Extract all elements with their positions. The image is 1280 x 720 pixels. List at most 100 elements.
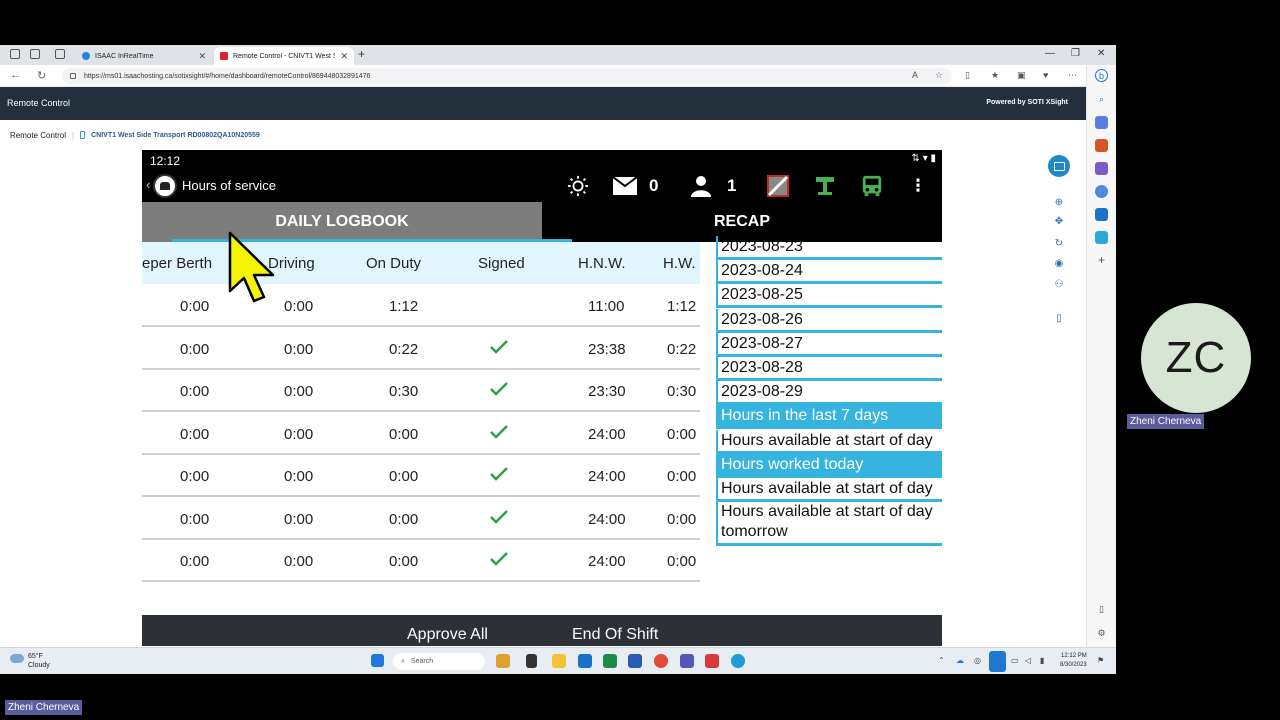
extensions-icon[interactable]: ♥ bbox=[1043, 70, 1048, 80]
settings-gear-icon[interactable]: ⚙ bbox=[1095, 627, 1108, 640]
zoom-in-icon[interactable]: ⊕ bbox=[1052, 196, 1066, 210]
recap-list-item[interactable]: Hours available at start of day tomorrow bbox=[716, 502, 942, 547]
task-view-icon[interactable] bbox=[526, 654, 537, 668]
display-icon[interactable]: ▭ bbox=[1011, 656, 1019, 665]
weather-widget[interactable]: 65°F Cloudy bbox=[10, 652, 50, 670]
refresh-icon[interactable]: ↻ bbox=[37, 69, 46, 82]
recap-list-item[interactable]: Hours available at start of day bbox=[716, 429, 942, 454]
recap-list[interactable]: 2023-08-23 2023-08-24 2023-08-25 2023-08-26… bbox=[716, 236, 942, 615]
shopping-icon[interactable] bbox=[1095, 139, 1108, 152]
brightness-icon[interactable] bbox=[566, 175, 590, 197]
collections-icon[interactable]: ▣ bbox=[1017, 70, 1026, 81]
bus-icon[interactable] bbox=[860, 175, 884, 197]
close-tab-icon[interactable]: ✕ bbox=[198, 51, 206, 62]
favorites-icon[interactable]: ★ bbox=[991, 70, 999, 81]
overflow-menu-icon[interactable]: ⋮ bbox=[910, 175, 927, 197]
excel-icon[interactable] bbox=[603, 654, 617, 668]
new-tab-icon[interactable]: + bbox=[358, 47, 365, 61]
table-row[interactable]: 0:00 0:00 0:30 23:30 0:30 bbox=[142, 369, 700, 412]
no-duty-icon[interactable] bbox=[767, 175, 789, 197]
send-icon[interactable] bbox=[1095, 231, 1108, 244]
close-tab-icon[interactable]: ✕ bbox=[340, 51, 348, 62]
back-icon[interactable]: ← bbox=[10, 69, 21, 81]
chrome-icon[interactable] bbox=[654, 654, 668, 668]
recap-section-header[interactable]: Hours worked today bbox=[716, 453, 942, 478]
logbook-table[interactable]: eper Berth Driving On Duty Signed H.N.W.… bbox=[142, 242, 700, 615]
tab-daily-logbook[interactable]: DAILY LOGBOOK bbox=[142, 202, 542, 242]
device-screen[interactable]: 12:12 ⇅ ▾ ▮ ‹ Hours of service 0 1 ⋮ DAI… bbox=[142, 150, 942, 646]
close-window-icon[interactable]: ✕ bbox=[1097, 48, 1105, 59]
recap-list-item[interactable]: 2023-08-23 bbox=[716, 236, 942, 260]
outlook-icon[interactable] bbox=[1095, 208, 1108, 221]
move-icon[interactable]: ✥ bbox=[1052, 215, 1066, 229]
file-explorer-icon[interactable] bbox=[552, 654, 566, 668]
favorite-star-icon[interactable]: ☆ bbox=[935, 70, 943, 81]
tab-remote-control[interactable]: Remote Control - CNIVT1 West S ✕ bbox=[214, 47, 354, 65]
onedrive-icon[interactable]: ☁ bbox=[956, 656, 964, 665]
recap-list-item[interactable]: Hours available at start of day bbox=[716, 478, 942, 502]
recap-list-item[interactable]: 2023-08-25 bbox=[716, 284, 942, 309]
tab-actions-icon[interactable] bbox=[55, 49, 65, 59]
outlook-taskbar-icon[interactable] bbox=[578, 654, 592, 668]
user-control-icon[interactable]: ⚇ bbox=[1052, 278, 1066, 292]
tab-isaac-inrealtime[interactable]: ISAAC InRealTime ✕ bbox=[76, 47, 212, 65]
vpn-icon[interactable]: ◎ bbox=[974, 656, 981, 665]
microphone-icon[interactable] bbox=[989, 651, 1006, 672]
app-logo[interactable] bbox=[153, 174, 177, 198]
windows-start-icon[interactable] bbox=[371, 654, 384, 667]
breadcrumb-root[interactable]: Remote Control bbox=[10, 131, 66, 140]
widget-icon[interactable] bbox=[496, 654, 510, 668]
remote-screen-button[interactable] bbox=[1048, 155, 1070, 177]
edge-taskbar-icon[interactable] bbox=[731, 654, 745, 668]
table-row[interactable]: 0:00 0:00 0:00 24:00 0:00 bbox=[142, 454, 700, 497]
recap-list-item[interactable]: 2023-08-24 bbox=[716, 260, 942, 285]
person-icon[interactable] bbox=[690, 175, 712, 197]
device-frame-icon[interactable]: ▯ bbox=[1052, 312, 1066, 326]
games-icon[interactable] bbox=[1095, 185, 1108, 198]
volume-icon[interactable]: ◁ bbox=[1025, 656, 1031, 665]
people-icon[interactable] bbox=[1095, 162, 1108, 175]
profile-icon[interactable] bbox=[10, 49, 20, 59]
recap-list-item[interactable]: 2023-08-28 bbox=[716, 357, 942, 381]
tray-chevron-icon[interactable]: ⌃ bbox=[938, 656, 945, 665]
table-row[interactable]: 0:00 0:00 1:12 11:00 1:12 bbox=[142, 284, 700, 327]
battery-icon[interactable]: ▮ bbox=[1040, 656, 1044, 665]
read-aloud-icon[interactable]: A bbox=[912, 70, 918, 80]
tag-icon[interactable] bbox=[1095, 116, 1108, 129]
back-arrow-icon[interactable]: ‹ bbox=[146, 177, 150, 192]
hide-sidebar-icon[interactable]: ▯ bbox=[1095, 603, 1108, 616]
table-row[interactable]: 0:00 0:00 0:22 23:38 0:22 bbox=[142, 327, 700, 370]
rotate-icon[interactable]: ↻ bbox=[1052, 237, 1066, 251]
more-options-icon[interactable]: ⋯ bbox=[1068, 70, 1077, 81]
notification-icon[interactable]: ⚑ bbox=[1097, 656, 1104, 665]
mail-icon[interactable] bbox=[613, 175, 637, 197]
cell-hnw: 24:00 bbox=[588, 425, 626, 443]
taskbar-clock[interactable]: 12:12 PM 8/30/2023 bbox=[1060, 652, 1087, 670]
word-icon[interactable] bbox=[628, 654, 642, 668]
split-screen-icon[interactable]: ▯ bbox=[965, 70, 970, 81]
recap-list-item[interactable]: 2023-08-29 bbox=[716, 381, 942, 406]
approve-all-button[interactable]: Approve All bbox=[407, 615, 488, 646]
restore-icon[interactable]: ❐ bbox=[1071, 48, 1080, 59]
acrobat-icon[interactable] bbox=[705, 654, 719, 668]
recap-section-header[interactable]: Hours in the last 7 days bbox=[716, 405, 942, 430]
teams-icon[interactable] bbox=[680, 654, 694, 668]
url-field[interactable]: https://ms01.isaachosting.ca/sotixsight/… bbox=[62, 68, 952, 84]
add-sidebar-icon[interactable]: + bbox=[1095, 254, 1108, 267]
minimize-icon[interactable]: — bbox=[1045, 48, 1055, 59]
screenshot-icon[interactable]: ◉ bbox=[1052, 257, 1066, 271]
taskbar-search[interactable]: ⌕ Search bbox=[393, 653, 485, 670]
cell-sleeper: 0:00 bbox=[180, 425, 210, 443]
end-of-shift-button[interactable]: End Of Shift bbox=[572, 615, 658, 646]
table-row[interactable]: 0:00 0:00 0:00 24:00 0:00 bbox=[142, 412, 700, 455]
table-header: eper Berth Driving On Duty Signed H.N.W.… bbox=[142, 242, 700, 284]
copilot-icon[interactable]: b bbox=[1095, 69, 1108, 82]
antenna-icon[interactable] bbox=[814, 175, 836, 197]
workspaces-icon[interactable] bbox=[30, 49, 40, 59]
edge-sidebar: b ⌕ + ▯ ⚙ bbox=[1086, 65, 1116, 674]
table-row[interactable]: 0:00 0:00 0:00 24:00 0:00 bbox=[142, 497, 700, 540]
recap-list-item[interactable]: 2023-08-26 bbox=[716, 308, 942, 333]
recap-list-item[interactable]: 2023-08-27 bbox=[716, 332, 942, 357]
table-row[interactable]: 0:00 0:00 0:00 24:00 0:00 bbox=[142, 539, 700, 582]
search-icon[interactable]: ⌕ bbox=[1095, 93, 1108, 106]
